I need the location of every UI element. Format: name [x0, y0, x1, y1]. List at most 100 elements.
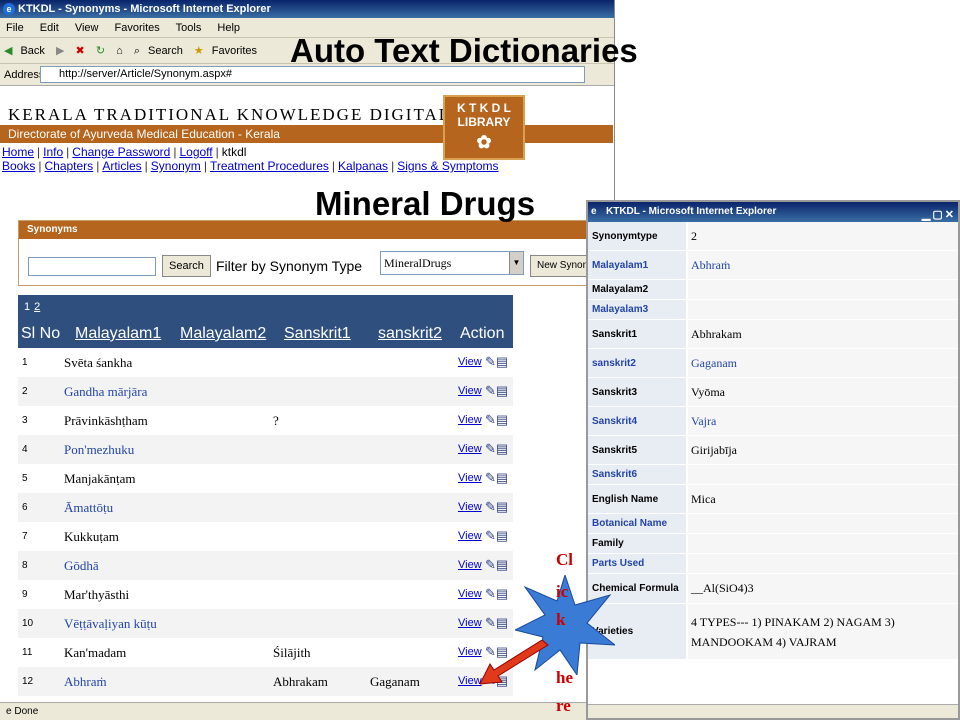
edit-icon[interactable]: ✎▤: [485, 500, 509, 514]
edit-icon[interactable]: ✎▤: [485, 384, 509, 398]
detail-row: Synonymtype 2: [588, 222, 958, 251]
detail-value: Vajra: [688, 407, 958, 435]
edit-icon[interactable]: ✎▤: [485, 529, 509, 543]
detail-key: Family: [588, 534, 686, 553]
view-link[interactable]: View: [458, 580, 482, 609]
row-malayalam1: Kukkuṭam: [64, 529, 119, 544]
favorites-icon[interactable]: ★: [194, 45, 204, 57]
detail-key: Malayalam1: [588, 251, 686, 279]
row-slno: 11: [22, 647, 33, 658]
edit-icon[interactable]: ✎▤: [485, 442, 509, 456]
detail-value: __Al(SiO4)3: [688, 574, 958, 603]
table-row: 4 Pon'mezhuku View ✎▤: [18, 435, 513, 464]
detail-value: 4 TYPES--- 1) PINAKAM 2) NAGAM 3) MANDOO…: [688, 604, 958, 659]
row-slno: 4: [22, 444, 28, 455]
row-slno: 7: [22, 531, 28, 542]
edit-icon[interactable]: ✎▤: [485, 587, 509, 601]
chevron-down-icon[interactable]: ▼: [509, 252, 523, 274]
view-link[interactable]: View: [458, 522, 482, 551]
col-slno: Sl No: [21, 325, 61, 342]
forward-icon[interactable]: ▶: [56, 45, 64, 57]
menu-edit[interactable]: Edit: [40, 22, 59, 34]
back-icon[interactable]: ◀: [4, 45, 12, 57]
edit-icon[interactable]: ✎▤: [485, 616, 509, 630]
row-slno: 1: [22, 357, 28, 368]
detail-value: [688, 554, 958, 573]
row-malayalam1: Manjakānṭam: [64, 471, 136, 486]
detail-key: Sanskrit5: [588, 436, 686, 464]
view-link[interactable]: View: [458, 493, 482, 522]
view-link[interactable]: View: [458, 406, 482, 435]
row-malayalam1: Prāvinkāshṭham: [64, 413, 148, 428]
table-row: 1 Svēta śankha View ✎▤: [18, 348, 513, 377]
callout-text: he: [556, 668, 573, 687]
nav-home[interactable]: Home: [2, 145, 34, 159]
view-link[interactable]: View: [458, 435, 482, 464]
row-sanskrit1: ?: [273, 413, 279, 428]
detail-key: Synonymtype: [588, 222, 686, 250]
stop-icon[interactable]: ✖: [76, 45, 85, 57]
nav-chapters[interactable]: Chapters: [44, 159, 93, 173]
detail-key: Sanskrit3: [588, 378, 686, 406]
search-button[interactable]: Search: [162, 255, 211, 277]
view-link[interactable]: View: [458, 348, 482, 377]
detail-row: Chemical Formula __Al(SiO4)3: [588, 574, 958, 604]
menu-view[interactable]: View: [75, 22, 99, 34]
row-slno: 8: [22, 560, 28, 571]
row-malayalam1: Gandha mārjāra: [64, 384, 148, 399]
edit-icon[interactable]: ✎▤: [485, 413, 509, 427]
nav-change-password[interactable]: Change Password: [72, 145, 170, 159]
nav-books[interactable]: Books: [2, 159, 35, 173]
menu-tools[interactable]: Tools: [176, 22, 202, 34]
view-link[interactable]: View: [458, 667, 482, 696]
col-sanskrit1[interactable]: Sanskrit1: [284, 320, 351, 348]
nav-signs[interactable]: Signs & Symptoms: [397, 159, 498, 173]
table-row: 5 Manjakānṭam View ✎▤: [18, 464, 513, 493]
detail-key: Botanical Name: [588, 514, 686, 533]
view-link[interactable]: View: [458, 638, 482, 667]
nav-articles[interactable]: Articles: [102, 159, 141, 173]
back-button[interactable]: Back: [20, 45, 44, 57]
col-sanskrit2[interactable]: sanskrit2: [378, 320, 442, 348]
nav-treatment[interactable]: Treatment Procedures: [210, 159, 329, 173]
col-malayalam1[interactable]: Malayalam1: [75, 320, 161, 348]
page-2[interactable]: 2: [34, 301, 40, 313]
callout-text: ic: [556, 582, 569, 601]
detail-popup-window: e KTKDL - Microsoft Internet Explorer ▁▢…: [586, 200, 960, 720]
row-malayalam1: Āmattōṭu: [64, 500, 114, 515]
home-icon[interactable]: ⌂: [116, 45, 123, 57]
synonym-type-select[interactable]: MineralDrugs ▼: [380, 251, 524, 275]
menu-help[interactable]: Help: [217, 22, 240, 34]
col-malayalam2[interactable]: Malayalam2: [180, 320, 266, 348]
refresh-icon[interactable]: ↻: [96, 45, 105, 57]
detail-value: Mica: [688, 485, 958, 513]
detail-value: Abhrakam: [688, 320, 958, 348]
view-link[interactable]: View: [458, 551, 482, 580]
nav-info[interactable]: Info: [43, 145, 63, 159]
detail-row: Malayalam3: [588, 300, 958, 320]
menu-favorites[interactable]: Favorites: [115, 22, 160, 34]
callout-text: Cl: [556, 550, 573, 569]
row-malayalam1: Mar'thyāsthi: [64, 587, 130, 602]
detail-key: Sanskrit4: [588, 407, 686, 435]
edit-icon[interactable]: ✎▤: [485, 558, 509, 572]
nav-synonym[interactable]: Synonym: [151, 159, 201, 173]
edit-icon[interactable]: ✎▤: [485, 355, 509, 369]
edit-icon[interactable]: ✎▤: [485, 471, 509, 485]
synonym-search-input[interactable]: [28, 257, 156, 276]
view-link[interactable]: View: [458, 464, 482, 493]
menu-file[interactable]: File: [6, 22, 24, 34]
search-toolbar-button[interactable]: Search: [148, 45, 183, 57]
view-link[interactable]: View: [458, 377, 482, 406]
page-1[interactable]: 1: [24, 301, 30, 313]
favorites-toolbar-button[interactable]: Favorites: [212, 45, 257, 57]
row-malayalam1: Svēta śankha: [64, 355, 133, 370]
row-slno: 2: [22, 386, 28, 397]
nav-logoff[interactable]: Logoff: [179, 145, 212, 159]
search-icon[interactable]: ⌕: [134, 45, 140, 57]
horizontal-scrollbar[interactable]: [588, 704, 958, 718]
view-link[interactable]: View: [458, 609, 482, 638]
nav-kalpanas[interactable]: Kalpanas: [338, 159, 388, 173]
row-malayalam1: Kan'madam: [64, 645, 127, 660]
table-row: 6 Āmattōṭu View ✎▤: [18, 493, 513, 522]
